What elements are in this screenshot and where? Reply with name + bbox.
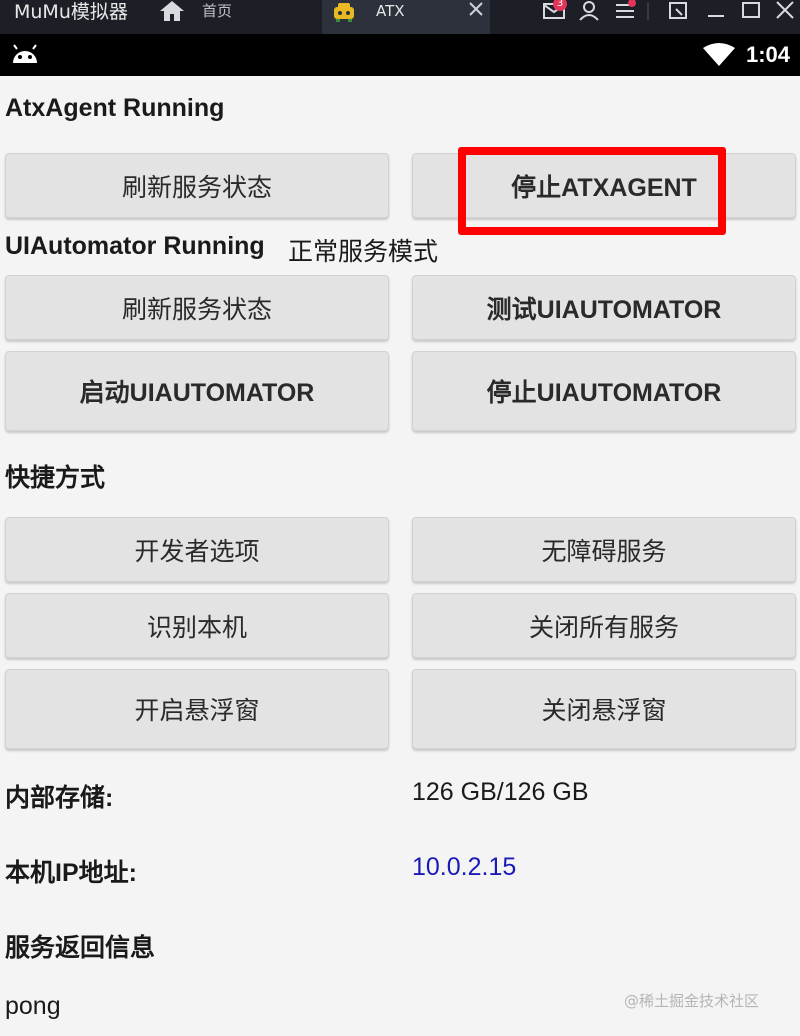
open-float-window-button[interactable]: 开启悬浮窗 — [5, 669, 389, 749]
shortcuts-heading: 快捷方式 — [5, 464, 106, 492]
close-float-window-button[interactable]: 关闭悬浮窗 — [412, 669, 796, 749]
close-window-icon[interactable] — [772, 0, 800, 24]
tab-atx[interactable]: ATX — [322, 0, 490, 34]
start-uiautomator-button[interactable]: 启动UIAUTOMATOR — [5, 351, 389, 431]
test-uiautomator-button[interactable]: 测试UIAUTOMATOR — [412, 275, 796, 340]
identify-device-button[interactable]: 识别本机 — [5, 593, 389, 658]
emulator-titlebar: MuMu模拟器 首页 ATX 3 — [0, 0, 800, 34]
ip-value: 10.0.2.15 — [412, 853, 517, 881]
service-response-value: pong — [5, 992, 61, 1020]
android-icon — [10, 43, 40, 67]
close-all-services-button[interactable]: 关闭所有服务 — [412, 593, 796, 658]
atx-refresh-button[interactable]: 刷新服务状态 — [5, 153, 389, 218]
close-icon[interactable] — [466, 0, 486, 22]
user-icon[interactable] — [576, 0, 604, 24]
maximize-icon[interactable] — [738, 0, 766, 24]
uiautomator-status-label: UIAutomator Running — [5, 232, 265, 260]
stop-uiautomator-button[interactable]: 停止UIAUTOMATOR — [412, 351, 796, 431]
home-icon[interactable] — [159, 0, 185, 22]
tab-home[interactable]: 首页 — [202, 0, 232, 22]
status-time: 1:04 — [746, 42, 791, 67]
android-status-bar: 1:04 — [0, 34, 800, 76]
atxagent-status-label: AtxAgent Running — [5, 94, 225, 122]
atx-app-icon — [332, 1, 356, 23]
stop-atxagent-button[interactable]: 停止ATXAGENT — [412, 153, 796, 218]
divider — [646, 0, 650, 24]
storage-label: 内部存储: — [5, 784, 114, 812]
developer-options-button[interactable]: 开发者选项 — [5, 517, 389, 582]
tab-atx-label: ATX — [376, 2, 405, 20]
wifi-icon — [702, 42, 736, 68]
service-mode-label: 正常服务模式 — [288, 238, 439, 266]
fullscreen-icon[interactable] — [666, 0, 694, 24]
accessibility-button[interactable]: 无障碍服务 — [412, 517, 796, 582]
ip-label: 本机IP地址: — [5, 859, 137, 887]
storage-value: 126 GB/126 GB — [412, 778, 589, 806]
app-name: MuMu模拟器 — [14, 1, 128, 23]
watermark: @稀土掘金技术社区 — [624, 992, 760, 1010]
minimize-icon[interactable] — [703, 0, 731, 24]
service-response-heading: 服务返回信息 — [5, 934, 156, 962]
uiautomator-refresh-button[interactable]: 刷新服务状态 — [5, 275, 389, 340]
